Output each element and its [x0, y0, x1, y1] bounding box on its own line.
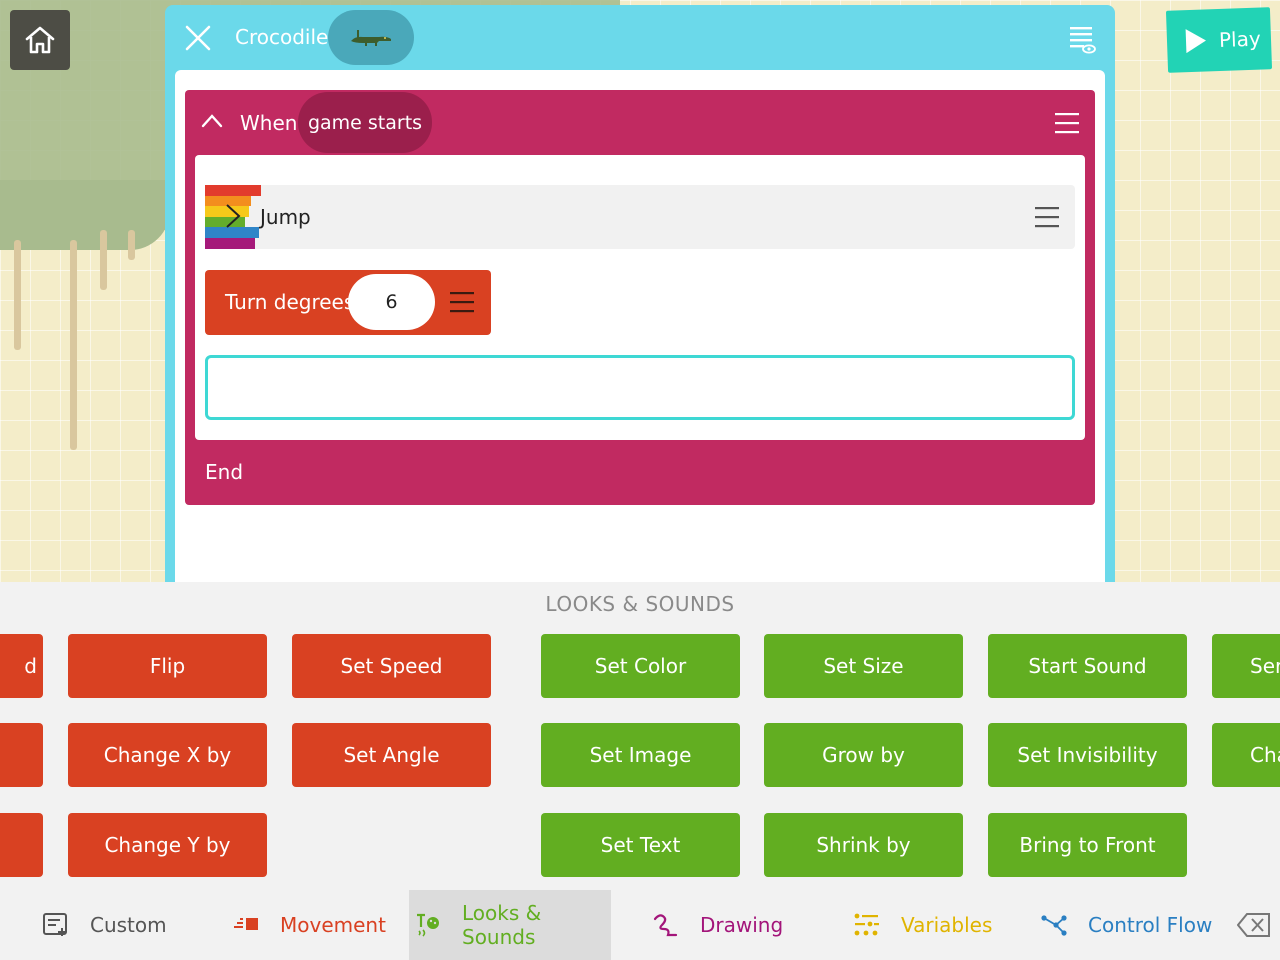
editor-header: Crocodile: [165, 5, 1115, 70]
palette-block-set-speed[interactable]: Set Speed: [292, 634, 491, 698]
home-icon: [25, 26, 55, 54]
palette-block-looks[interactable]: Ser: [1212, 634, 1280, 698]
control-flow-icon: [1041, 915, 1067, 936]
tab-movement[interactable]: Movement: [232, 890, 386, 960]
palette-block-label: Grow by: [822, 743, 905, 767]
palette-block-label: Bring to Front: [1019, 833, 1156, 857]
stage-tree-root: [14, 240, 21, 350]
hamburger-menu-icon[interactable]: [1055, 112, 1079, 134]
stage-tree-root: [100, 230, 107, 290]
rule-body: Jump Turn degrees 6: [195, 155, 1085, 440]
variables-icon: [854, 913, 879, 936]
palette-block-movement[interactable]: [0, 813, 43, 877]
palette-block-label: Ser: [1250, 654, 1280, 678]
palette-block-set-size[interactable]: Set Size: [764, 634, 963, 698]
looks-sounds-icon: [417, 913, 439, 937]
object-thumbnail[interactable]: [328, 10, 414, 65]
palette-block-start-sound[interactable]: Start Sound: [988, 634, 1187, 698]
palette-block-shrink-by[interactable]: Shrink by: [764, 813, 963, 877]
palette-block-set-text[interactable]: Set Text: [541, 813, 740, 877]
palette-block-set-angle[interactable]: Set Angle: [292, 723, 491, 787]
tab-drawing[interactable]: Drawing: [652, 890, 783, 960]
tab-label: Looks & Sounds: [462, 901, 542, 949]
custom-blocks-icon: [43, 913, 67, 936]
block-drop-slot[interactable]: [205, 355, 1075, 420]
close-icon[interactable]: [185, 25, 211, 51]
drawing-icon: [653, 914, 678, 937]
palette-block-label: Flip: [149, 654, 186, 678]
palette-block-label: Set Size: [823, 654, 904, 678]
hamburger-menu-icon[interactable]: [1035, 206, 1059, 228]
movement-icon: [234, 918, 258, 930]
palette-block-movement[interactable]: [0, 723, 43, 787]
palette-block-label: Shrink by: [816, 833, 911, 857]
palette-block-set-color[interactable]: Set Color: [541, 634, 740, 698]
palette-block-label: Set Speed: [340, 654, 443, 678]
palette-block-change-x[interactable]: Change X by: [68, 723, 267, 787]
play-button[interactable]: Play: [1165, 7, 1273, 73]
palette-block-grow-by[interactable]: Grow by: [764, 723, 963, 787]
rule-list-icon[interactable]: [1069, 25, 1097, 55]
palette-block-label: Set Angle: [343, 743, 440, 767]
palette-block-label: d: [24, 654, 37, 678]
play-label: Play: [1218, 26, 1262, 52]
palette-block-label: Set Color: [594, 654, 687, 678]
palette-block-label: Set Invisibility: [1017, 743, 1158, 767]
palette-block-label: Start Sound: [1028, 654, 1147, 678]
tab-label: Movement: [280, 913, 386, 937]
tab-label: Variables: [901, 913, 993, 937]
rule-event-pill[interactable]: game starts: [298, 92, 432, 153]
rule-when-label: When: [240, 111, 298, 135]
palette-block-flip[interactable]: Flip: [68, 634, 267, 698]
hamburger-menu-icon[interactable]: [450, 291, 474, 313]
play-icon: [1185, 29, 1207, 54]
code-editor-panel: Crocodile When game starts Jump Turn deg…: [165, 5, 1115, 582]
rule-block[interactable]: When game starts Jump Turn degrees 6 End: [185, 90, 1095, 505]
editor-body: When game starts Jump Turn degrees 6 End: [175, 70, 1105, 582]
stage-tree-canopy-low: [0, 180, 170, 250]
jump-block[interactable]: Jump: [205, 185, 1075, 249]
tab-label: Custom: [90, 913, 167, 937]
tab-control-flow[interactable]: Control Flow: [1040, 890, 1212, 960]
tab-variables[interactable]: Variables: [853, 890, 992, 960]
palette-block-label: Cha: [1250, 743, 1280, 767]
jump-block-label: Jump: [260, 205, 311, 229]
rule-end-label: End: [205, 460, 244, 484]
delete-backspace-icon[interactable]: [1237, 912, 1271, 938]
palette-block-label: Set Image: [589, 743, 692, 767]
chevron-right-icon: [226, 204, 241, 228]
palette-block-set-image[interactable]: Set Image: [541, 723, 740, 787]
turn-degrees-label: Turn degrees: [225, 290, 355, 314]
home-button[interactable]: [10, 10, 70, 70]
palette-block-looks[interactable]: Cha: [1212, 723, 1280, 787]
category-tab-bar: Custom Movement Looks & Sounds Drawing V…: [0, 890, 1280, 960]
object-name: Crocodile: [235, 25, 329, 49]
palette-block-movement[interactable]: d: [0, 634, 43, 698]
stage-tree-root: [128, 230, 135, 260]
tab-label: Control Flow: [1088, 913, 1213, 937]
crocodile-icon: [351, 29, 391, 46]
palette-block-bring-to-front[interactable]: Bring to Front: [988, 813, 1187, 877]
block-palette: LOOKS & SOUNDS d Flip Change X by Change…: [0, 582, 1280, 890]
palette-title: LOOKS & SOUNDS: [545, 592, 735, 616]
palette-block-change-y[interactable]: Change Y by: [68, 813, 267, 877]
turn-degrees-block[interactable]: Turn degrees 6: [205, 270, 491, 335]
palette-block-label: Change Y by: [104, 833, 231, 857]
collapse-chevron-icon[interactable]: [201, 112, 223, 128]
palette-block-label: Change X by: [103, 743, 232, 767]
palette-block-set-invisibility[interactable]: Set Invisibility: [988, 723, 1187, 787]
stage-tree-root: [70, 240, 77, 450]
tab-label: Drawing: [700, 913, 784, 937]
palette-block-label: Set Text: [600, 833, 681, 857]
tab-looks-sounds[interactable]: Looks & Sounds: [409, 890, 611, 960]
tab-custom[interactable]: Custom: [42, 890, 167, 960]
turn-degrees-value[interactable]: 6: [348, 274, 435, 330]
